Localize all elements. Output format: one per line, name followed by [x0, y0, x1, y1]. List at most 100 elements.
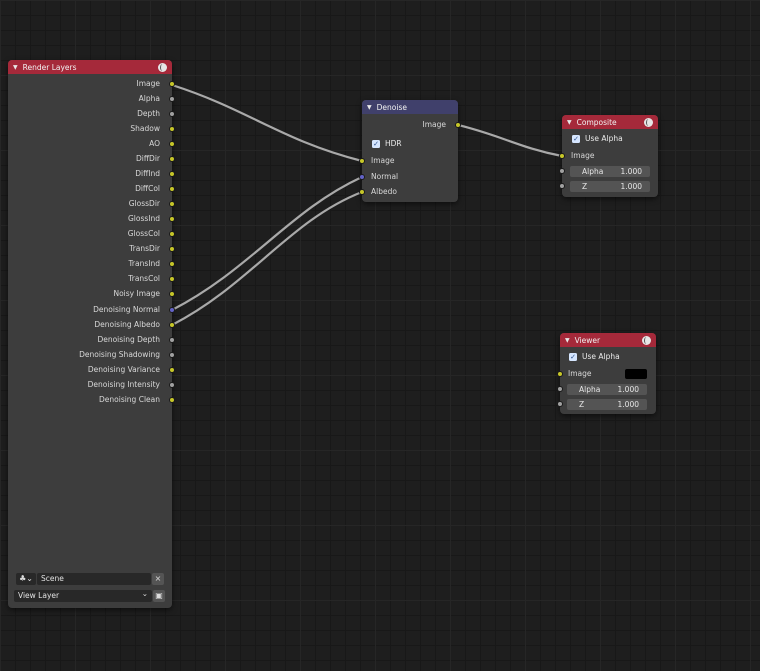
socket-noisy-image[interactable]	[169, 291, 175, 297]
output-transdir: TransDir	[129, 244, 160, 253]
hdr-checkbox[interactable]: ✓	[372, 140, 380, 148]
input-normal-label: Normal	[371, 172, 399, 181]
output-depth: Depth	[137, 109, 160, 118]
output-ao: AO	[149, 139, 160, 148]
chevron-down-icon[interactable]: ▼	[567, 119, 572, 126]
output-denoising-intensity: Denoising Intensity	[87, 380, 160, 389]
output-denoising-albedo: Denoising Albedo	[94, 320, 160, 329]
output-diffcol: DiffCol	[135, 184, 160, 193]
output-shadow: Shadow	[130, 124, 160, 133]
globe-icon[interactable]	[158, 62, 167, 72]
socket-denoising-depth[interactable]	[169, 337, 175, 343]
output-image: Image	[422, 120, 447, 129]
viewer-header[interactable]: ▼ Viewer	[560, 333, 656, 347]
close-icon[interactable]: ×	[152, 573, 164, 585]
socket-glossdir[interactable]	[169, 201, 175, 207]
alpha-label: Alpha	[579, 385, 601, 394]
socket-input-alpha[interactable]	[557, 386, 563, 392]
socket-glosscol[interactable]	[169, 231, 175, 237]
link-image-to-denoise	[170, 83, 364, 163]
use-alpha-label: Use Alpha	[585, 134, 623, 143]
socket-input-image[interactable]	[557, 371, 563, 377]
socket-image[interactable]	[169, 81, 175, 87]
globe-icon[interactable]	[642, 335, 651, 345]
link-normal-to-denoise	[170, 175, 364, 312]
chevron-down-icon: ⌄	[141, 589, 148, 598]
view-layer-dropdown[interactable]: View Layer ⌄	[14, 589, 152, 602]
socket-input-z[interactable]	[557, 401, 563, 407]
z-field[interactable]: Z 1.000	[567, 399, 647, 410]
socket-glossind[interactable]	[169, 216, 175, 222]
socket-denoising-normal[interactable]	[169, 307, 175, 313]
globe-icon[interactable]	[644, 117, 653, 127]
socket-input-normal[interactable]	[359, 174, 365, 180]
node-title: Composite	[576, 117, 617, 127]
socket-input-albedo[interactable]	[359, 189, 365, 195]
alpha-field[interactable]: Alpha 1.000	[567, 384, 647, 395]
render-layers-node[interactable]: ▼ Render Layers Image Alpha Depth Shadow…	[8, 60, 175, 608]
scene-icon[interactable]: ♣⌄	[16, 573, 36, 585]
render-layers-header[interactable]: ▼ Render Layers	[8, 60, 172, 74]
output-denoising-shadowing: Denoising Shadowing	[79, 350, 160, 359]
composite-node[interactable]: ▼ Composite ✓ Use Alpha Image Alpha 1.00…	[559, 115, 658, 197]
node-title: Denoise	[376, 102, 407, 112]
alpha-label: Alpha	[582, 167, 604, 176]
node-title: Viewer	[574, 335, 601, 345]
output-noisy-image: Noisy Image	[113, 289, 160, 298]
viewer-node[interactable]: ▼ Viewer ✓ Use Alpha Image Alpha 1.000 Z…	[557, 333, 656, 414]
hdr-label: HDR	[385, 139, 402, 148]
image-color-swatch[interactable]	[625, 369, 647, 379]
chevron-down-icon[interactable]: ▼	[13, 64, 18, 71]
socket-input-alpha[interactable]	[559, 168, 565, 174]
input-albedo-label: Albedo	[371, 187, 397, 196]
denoise-header[interactable]: ▼ Denoise	[362, 100, 458, 114]
socket-denoising-clean[interactable]	[169, 397, 175, 403]
scene-field[interactable]: Scene	[37, 573, 151, 585]
node-title: Render Layers	[22, 62, 77, 72]
socket-output-image[interactable]	[455, 122, 461, 128]
socket-alpha[interactable]	[169, 96, 175, 102]
output-image: Image	[136, 79, 161, 88]
socket-transcol[interactable]	[169, 276, 175, 282]
denoise-node[interactable]: ▼ Denoise Image ✓ HDR Image Normal Albed…	[359, 100, 461, 202]
socket-denoising-albedo[interactable]	[169, 322, 175, 328]
use-alpha-checkbox[interactable]: ✓	[569, 353, 577, 361]
z-value: 1.000	[617, 400, 639, 409]
socket-diffcol[interactable]	[169, 186, 175, 192]
z-label: Z	[582, 182, 588, 191]
output-denoising-normal: Denoising Normal	[93, 305, 160, 314]
socket-input-image[interactable]	[559, 153, 565, 159]
alpha-value: 1.000	[620, 167, 642, 176]
use-alpha-checkbox[interactable]: ✓	[572, 135, 580, 143]
view-layer-label: View Layer	[18, 591, 60, 600]
socket-diffind[interactable]	[169, 171, 175, 177]
socket-denoising-intensity[interactable]	[169, 382, 175, 388]
link-albedo-to-denoise	[170, 190, 364, 327]
socket-diffdir[interactable]	[169, 156, 175, 162]
output-denoising-clean: Denoising Clean	[99, 395, 160, 404]
link-denoise-to-composite	[456, 123, 564, 158]
socket-ao[interactable]	[169, 141, 175, 147]
chevron-down-icon[interactable]: ▼	[367, 104, 372, 111]
socket-denoising-shadowing[interactable]	[169, 352, 175, 358]
socket-denoising-variance[interactable]	[169, 367, 175, 373]
folder-icon[interactable]: ▣	[153, 590, 165, 602]
output-transcol: TransCol	[128, 274, 160, 283]
output-diffdir: DiffDir	[136, 154, 160, 163]
alpha-field[interactable]: Alpha 1.000	[570, 166, 650, 177]
chevron-down-icon[interactable]: ▼	[565, 337, 570, 344]
socket-shadow[interactable]	[169, 126, 175, 132]
socket-transdir[interactable]	[169, 246, 175, 252]
z-label: Z	[579, 400, 585, 409]
socket-input-z[interactable]	[559, 183, 565, 189]
output-glossind: GlossInd	[127, 214, 160, 223]
socket-depth[interactable]	[169, 111, 175, 117]
output-denoising-depth: Denoising Depth	[97, 335, 160, 344]
socket-transind[interactable]	[169, 261, 175, 267]
socket-input-image[interactable]	[359, 158, 365, 164]
z-value: 1.000	[620, 182, 642, 191]
input-image-label: Image	[371, 156, 395, 165]
output-glossdir: GlossDir	[128, 199, 160, 208]
z-field[interactable]: Z 1.000	[570, 181, 650, 192]
composite-header[interactable]: ▼ Composite	[562, 115, 658, 129]
